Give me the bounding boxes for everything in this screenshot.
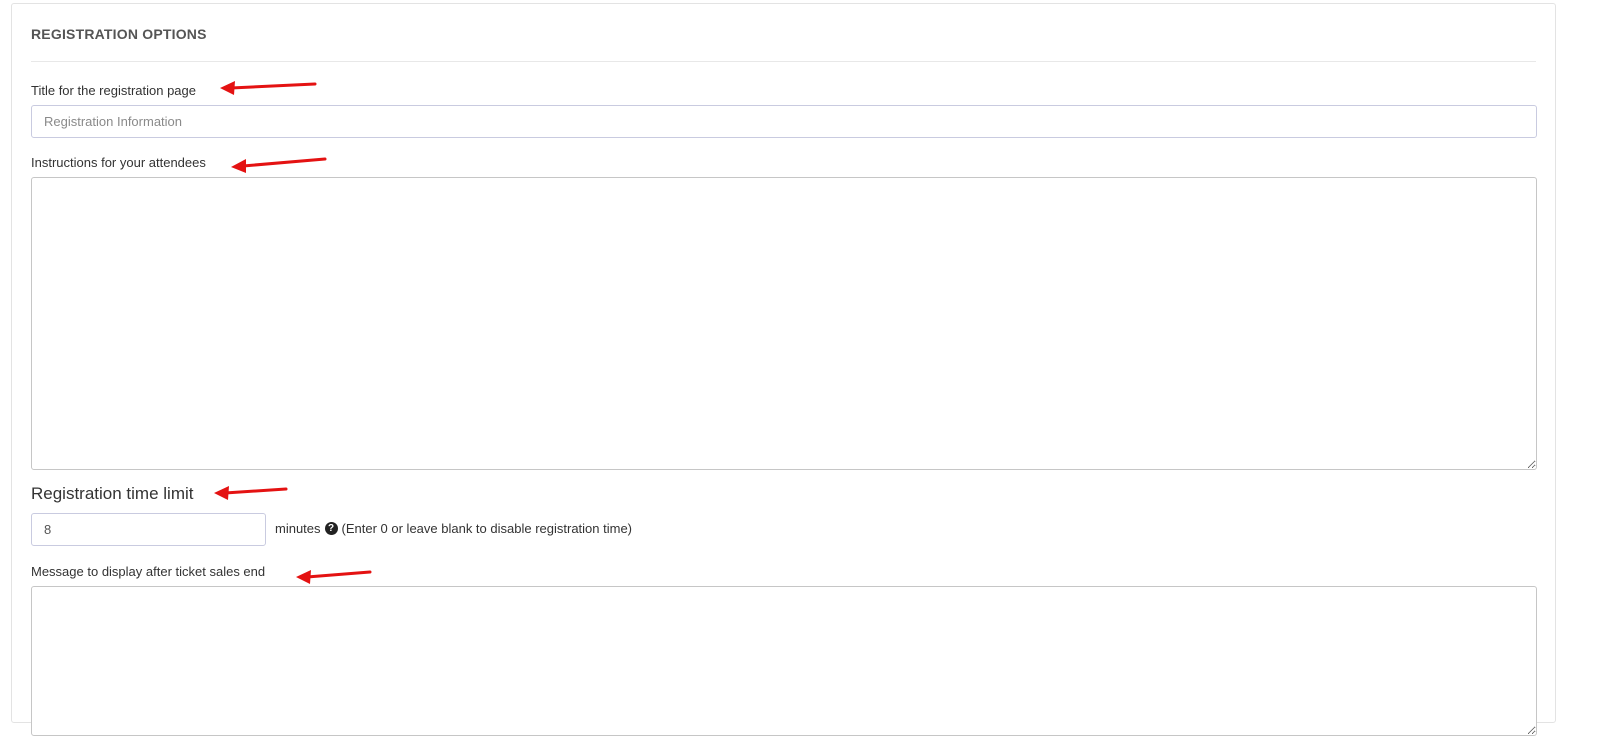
time-limit-unit: minutes xyxy=(275,521,321,536)
after-sales-message-textarea[interactable] xyxy=(31,586,1537,736)
instructions-textarea[interactable] xyxy=(31,177,1537,470)
time-limit-heading: Registration time limit xyxy=(31,484,194,503)
annotation-arrow-icon xyxy=(296,570,372,584)
question-circle-icon[interactable]: ? xyxy=(324,522,338,535)
page-title-label: Title for the registration page xyxy=(31,83,196,98)
instructions-label: Instructions for your attendees xyxy=(31,155,206,170)
annotation-arrow-icon xyxy=(220,81,317,95)
time-limit-help-row: minutes ? (Enter 0 or leave blank to dis… xyxy=(275,521,632,536)
annotation-arrow-icon xyxy=(214,486,288,500)
annotation-arrow-icon xyxy=(231,157,327,173)
time-limit-input[interactable] xyxy=(31,513,266,546)
page-title-input[interactable] xyxy=(31,105,1537,138)
after-sales-message-label: Message to display after ticket sales en… xyxy=(31,564,266,579)
time-limit-help-text: (Enter 0 or leave blank to disable regis… xyxy=(341,521,633,536)
section-divider xyxy=(31,61,1536,62)
section-title: REGISTRATION OPTIONS xyxy=(31,26,207,42)
